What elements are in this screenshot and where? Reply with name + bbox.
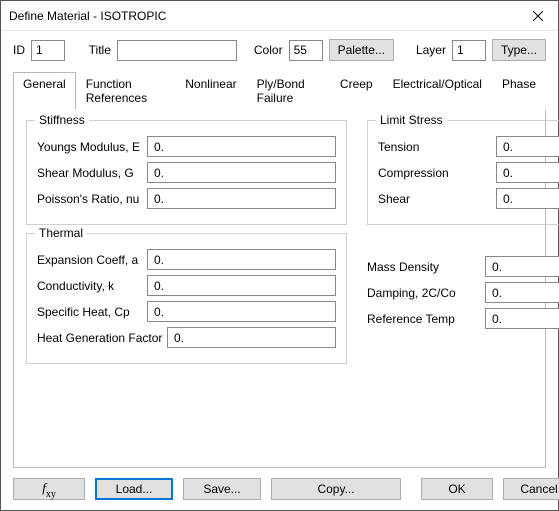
tab-creep[interactable]: Creep xyxy=(330,72,383,110)
tension-input[interactable] xyxy=(496,136,559,157)
group-title-thermal: Thermal xyxy=(35,226,87,240)
palette-button[interactable]: Palette... xyxy=(329,39,394,61)
conductivity-label: Conductivity, k xyxy=(37,279,147,293)
tab-function-references[interactable]: Function References xyxy=(76,72,176,110)
ref-temp-label: Reference Temp xyxy=(367,312,485,326)
title-input[interactable] xyxy=(117,40,237,61)
copy-button[interactable]: Copy... xyxy=(271,478,401,500)
color-label: Color xyxy=(254,43,283,57)
shear-input[interactable] xyxy=(147,162,336,183)
tab-nonlinear[interactable]: Nonlinear xyxy=(175,72,246,110)
window-title: Define Material - ISOTROPIC xyxy=(9,9,166,23)
mass-density-input[interactable] xyxy=(485,256,559,277)
close-icon xyxy=(533,11,543,21)
columns: Stiffness Youngs Modulus, E Shear Modulu… xyxy=(26,120,533,372)
group-title-stiffness: Stiffness xyxy=(35,113,89,127)
close-button[interactable] xyxy=(518,1,558,31)
compression-input[interactable] xyxy=(496,162,559,183)
group-thermal: Thermal Expansion Coeff, a Conductivity,… xyxy=(26,233,347,364)
tab-general[interactable]: General xyxy=(13,72,76,110)
youngs-input[interactable] xyxy=(147,136,336,157)
cancel-button[interactable]: Cancel xyxy=(503,478,559,500)
type-button[interactable]: Type... xyxy=(492,39,546,61)
group-title-limit-stress: Limit Stress xyxy=(376,113,447,127)
id-input[interactable] xyxy=(31,40,65,61)
fx-icon: fxy xyxy=(42,480,56,499)
define-material-dialog: Define Material - ISOTROPIC ID Title Col… xyxy=(0,0,559,511)
conductivity-input[interactable] xyxy=(147,275,336,296)
group-stiffness: Stiffness Youngs Modulus, E Shear Modulu… xyxy=(26,120,347,225)
compression-label: Compression xyxy=(378,166,496,180)
fx-button[interactable]: fxy xyxy=(13,478,85,500)
tab-bar: General Function References Nonlinear Pl… xyxy=(13,71,546,110)
shear-stress-input[interactable] xyxy=(496,188,559,209)
title-label: Title xyxy=(89,43,111,57)
header-row: ID Title Color Palette... Layer Type... xyxy=(13,39,546,61)
titlebar: Define Material - ISOTROPIC xyxy=(1,1,558,31)
left-column: Stiffness Youngs Modulus, E Shear Modulu… xyxy=(26,120,347,372)
specific-heat-input[interactable] xyxy=(147,301,336,322)
shear-label: Shear Modulus, G xyxy=(37,166,147,180)
youngs-label: Youngs Modulus, E xyxy=(37,140,147,154)
heat-gen-label: Heat Generation Factor xyxy=(37,331,167,345)
right-column: Limit Stress Tension Compression Shear M… xyxy=(367,120,559,372)
mass-density-label: Mass Density xyxy=(367,260,485,274)
tab-ply-bond-failure[interactable]: Ply/Bond Failure xyxy=(247,72,330,110)
layer-input[interactable] xyxy=(452,40,486,61)
heat-gen-input[interactable] xyxy=(167,327,336,348)
ok-button[interactable]: OK xyxy=(421,478,493,500)
layer-label: Layer xyxy=(416,43,446,57)
button-bar: fxy Load... Save... Copy... OK Cancel xyxy=(1,478,558,510)
shear-stress-label: Shear xyxy=(378,192,496,206)
poisson-label: Poisson's Ratio, nu xyxy=(37,192,147,206)
tab-electrical-optical[interactable]: Electrical/Optical xyxy=(383,72,492,110)
load-button[interactable]: Load... xyxy=(95,478,173,500)
tab-pane-general: Stiffness Youngs Modulus, E Shear Modulu… xyxy=(13,110,546,468)
tab-phase[interactable]: Phase xyxy=(492,72,546,110)
id-label: ID xyxy=(13,43,25,57)
group-limit-stress: Limit Stress Tension Compression Shear xyxy=(367,120,559,225)
content-area: ID Title Color Palette... Layer Type... … xyxy=(1,31,558,478)
save-button[interactable]: Save... xyxy=(183,478,261,500)
expansion-label: Expansion Coeff, a xyxy=(37,253,147,267)
specific-heat-label: Specific Heat, Cp xyxy=(37,305,147,319)
ref-temp-input[interactable] xyxy=(485,308,559,329)
expansion-input[interactable] xyxy=(147,249,336,270)
color-input[interactable] xyxy=(289,40,323,61)
damping-label: Damping, 2C/Co xyxy=(367,286,485,300)
damping-input[interactable] xyxy=(485,282,559,303)
poisson-input[interactable] xyxy=(147,188,336,209)
tension-label: Tension xyxy=(378,140,496,154)
